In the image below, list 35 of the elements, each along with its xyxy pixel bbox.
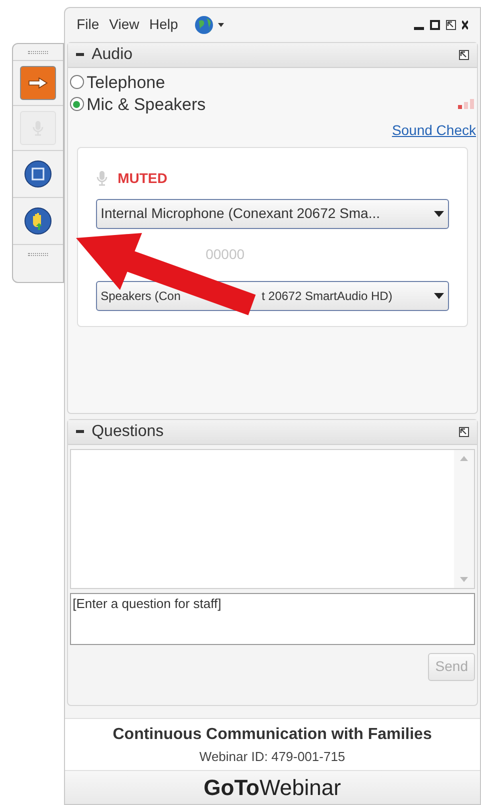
menu-item[interactable]: View — [109, 14, 140, 36]
radio-button[interactable] — [70, 75, 84, 90]
popout-icon[interactable] — [446, 20, 456, 30]
toolbar-button[interactable] — [20, 66, 56, 100]
speaker-meter-text: 00000 — [206, 245, 245, 264]
microphone-dropdown[interactable]: Internal Microphone (Conexant 20672 Sma... — [96, 198, 449, 229]
arrow-icon — [28, 77, 48, 89]
mute-status: MUTED — [118, 168, 168, 188]
panel-title: Questions — [92, 422, 164, 442]
popout-icon[interactable] — [459, 50, 469, 60]
popout-icon[interactable] — [459, 426, 469, 437]
webinar-title: Continuous Communication with Families — [112, 724, 432, 745]
close-icon[interactable] — [462, 20, 468, 30]
maximize-icon[interactable] — [430, 20, 440, 30]
collapse-icon[interactable] — [76, 53, 84, 56]
sound-check-link[interactable]: Sound Check — [392, 120, 476, 141]
globe-icon[interactable] — [194, 14, 224, 35]
grip-icon[interactable] — [28, 253, 48, 256]
menu-item[interactable]: File — [76, 14, 100, 36]
grip-icon[interactable] — [28, 51, 48, 54]
window-icon — [24, 160, 52, 188]
level-meter-icon — [458, 99, 474, 110]
panel-title: Audio — [92, 44, 133, 65]
caret-icon — [434, 292, 444, 299]
webinar-id: Webinar ID: 479-001-715 — [199, 748, 346, 766]
minimize-icon[interactable] — [414, 26, 424, 30]
caret-icon — [434, 210, 444, 217]
collapse-icon[interactable] — [76, 430, 84, 434]
radio-button[interactable] — [70, 97, 84, 112]
menu-item[interactable]: Help — [149, 14, 178, 36]
question-input[interactable]: [Enter a question for staff] — [70, 592, 475, 645]
raise-hand-icon — [24, 207, 52, 235]
radio-label[interactable]: Telephone — [86, 72, 166, 93]
microphone-icon — [96, 170, 108, 186]
radio-label[interactable]: Mic & Speakers — [86, 94, 206, 115]
